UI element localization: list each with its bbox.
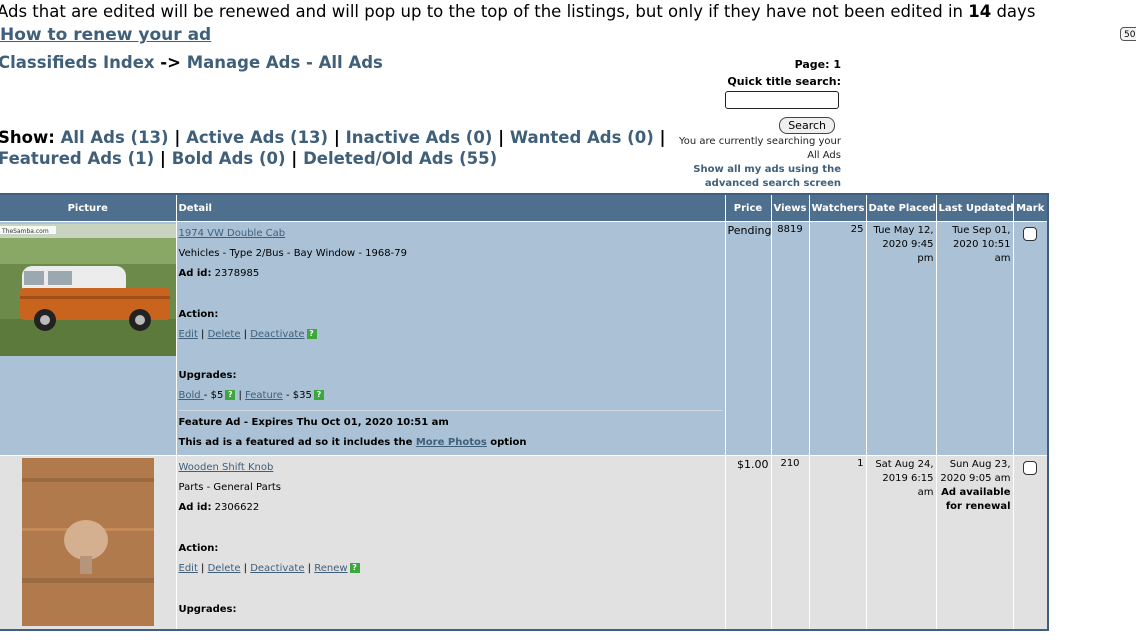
- renewal-notice-text: Ads that are edited will be renewed and …: [0, 2, 969, 21]
- ad-id-label: Ad id:: [178, 502, 212, 513]
- ad-photo-shift-knob[interactable]: [0, 458, 176, 626]
- renewal-days: 14: [968, 2, 992, 21]
- deactivate-link[interactable]: Deactivate: [250, 563, 304, 574]
- renewal-notice-tail: days: [991, 2, 1036, 21]
- show-label: Show:: [0, 128, 55, 147]
- ad-title-link[interactable]: Wooden Shift Knob: [179, 462, 274, 473]
- feature-expiry-text: Feature Ad - Expires Thu Oct 01, 2020 10…: [178, 417, 449, 428]
- filter-inactive-ads[interactable]: Inactive Ads (0): [346, 128, 493, 147]
- price-cell: $1.00: [724, 455, 772, 631]
- detail-cell: Wooden Shift Knob Parts - General Parts …: [175, 455, 726, 631]
- ad-id-value: 2378985: [214, 268, 260, 279]
- quick-title-label: Quick title search:: [727, 75, 841, 88]
- currently-searching-text: You are currently searching your All Ads: [678, 136, 841, 161]
- ad-photo-vw-double-cab[interactable]: TheSamba.com: [0, 224, 176, 356]
- watchers-cell: 25: [808, 221, 867, 456]
- ad-category: Parts - General Parts: [178, 482, 281, 493]
- help-icon[interactable]: ?: [349, 563, 360, 573]
- breadcrumb-index-link[interactable]: Classifieds Index: [0, 53, 155, 72]
- featured-note: This ad is a featured ad so it includes …: [178, 437, 416, 448]
- breadcrumb: Classifieds Index -> Manage Ads - All Ad…: [0, 53, 383, 72]
- help-icon[interactable]: ?: [306, 329, 317, 339]
- delete-link[interactable]: Delete: [208, 329, 241, 340]
- header-date-placed: Date Placed: [865, 193, 937, 222]
- header-picture: Picture: [0, 193, 177, 222]
- filter-featured-ads[interactable]: Featured Ads (1): [0, 149, 154, 168]
- page-number: Page: 1: [794, 58, 841, 71]
- renew-link[interactable]: Renew: [314, 563, 347, 574]
- upgrades-label: Upgrades:: [178, 370, 237, 381]
- more-photos-link[interactable]: More Photos: [416, 437, 487, 448]
- bold-upgrade-link[interactable]: Bold: [179, 390, 204, 401]
- filter-deleted-ads[interactable]: Deleted/Old Ads (55): [303, 149, 497, 168]
- filter-wanted-ads[interactable]: Wanted Ads (0): [510, 128, 654, 147]
- action-label: Action:: [178, 309, 219, 320]
- quick-title-search-input[interactable]: [725, 91, 839, 109]
- last-updated-cell: Tue Sep 01, 2020 10:51 am: [935, 221, 1014, 456]
- edge-button[interactable]: 50: [1120, 27, 1136, 41]
- bold-upgrade-price: - $5: [203, 390, 224, 401]
- help-icon[interactable]: ?: [313, 390, 324, 400]
- help-icon[interactable]: ?: [225, 390, 236, 400]
- price-cell: Pending: [724, 221, 772, 456]
- last-updated-value: Sun Aug 23, 2020 9:05 am: [940, 459, 1011, 484]
- date-placed-cell: Sat Aug 24, 2019 6:15 am: [865, 455, 937, 631]
- table-header-row: Picture Detail Price Views Watchers Date…: [0, 193, 1049, 222]
- filter-active-ads[interactable]: Active Ads (13): [186, 128, 328, 147]
- ad-category: Vehicles - Type 2/Bus - Bay Window - 196…: [178, 248, 407, 259]
- last-updated-cell: Sun Aug 23, 2020 9:05 am Ad available fo…: [935, 455, 1014, 631]
- header-watchers: Watchers: [808, 193, 867, 222]
- breadcrumb-arrow: ->: [154, 53, 187, 72]
- header-price: Price: [724, 193, 772, 222]
- mark-cell: [1012, 455, 1049, 631]
- header-views: Views: [770, 193, 810, 222]
- feature-upgrade-link[interactable]: Feature: [245, 390, 283, 401]
- picture-cell: [0, 455, 177, 631]
- delete-link[interactable]: Delete: [208, 563, 241, 574]
- feature-upgrade-price: - $35: [282, 390, 312, 401]
- views-cell: 210: [770, 455, 810, 631]
- mark-checkbox[interactable]: [1023, 227, 1038, 241]
- header-mark: Mark: [1012, 193, 1049, 222]
- table-row: Wooden Shift Knob Parts - General Parts …: [0, 455, 1049, 631]
- action-label: Action:: [178, 543, 219, 554]
- how-to-renew-link[interactable]: How to renew your ad: [0, 25, 211, 45]
- ad-id-value: 2306622: [214, 502, 260, 513]
- upgrades-label: Upgrades:: [178, 604, 237, 615]
- mark-cell: [1012, 221, 1049, 456]
- show-filters: Show: All Ads (13) | Active Ads (13) | I…: [0, 128, 666, 168]
- search-button[interactable]: Search: [779, 117, 835, 134]
- photo-watermark: TheSamba.com: [1, 228, 49, 235]
- featured-note-tail: option: [486, 437, 527, 448]
- detail-cell: 1974 VW Double Cab Vehicles - Type 2/Bus…: [175, 221, 726, 456]
- header-last-updated: Last Updated: [935, 193, 1014, 222]
- ad-title-link[interactable]: 1974 VW Double Cab: [179, 228, 286, 239]
- ad-id-label: Ad id:: [178, 268, 212, 279]
- table-row: TheSamba.com 1974 VW Double Cab Vehicles…: [0, 221, 1049, 456]
- edit-link[interactable]: Edit: [179, 329, 198, 340]
- filter-all-ads[interactable]: All Ads (13): [61, 128, 169, 147]
- views-cell: 8819: [770, 221, 810, 456]
- mark-checkbox[interactable]: [1023, 461, 1038, 475]
- renewal-notice: Ads that are edited will be renewed and …: [0, 2, 1035, 21]
- date-placed-cell: Tue May 12, 2020 9:45 pm: [865, 221, 937, 456]
- breadcrumb-current-link[interactable]: Manage Ads - All Ads: [187, 53, 383, 72]
- renewal-available-note: Ad available for renewal: [941, 487, 1011, 512]
- picture-cell: TheSamba.com: [0, 221, 177, 456]
- deactivate-link[interactable]: Deactivate: [250, 329, 304, 340]
- edit-link[interactable]: Edit: [179, 563, 198, 574]
- filter-bold-ads[interactable]: Bold Ads (0): [172, 149, 286, 168]
- ads-table: Picture Detail Price Views Watchers Date…: [0, 193, 1049, 631]
- page-search-box: Page: 1 Quick title search: Search You a…: [675, 58, 841, 191]
- advanced-search-link[interactable]: Show all my ads using the advanced searc…: [675, 163, 841, 191]
- header-detail: Detail: [175, 193, 726, 222]
- watchers-cell: 1: [808, 455, 867, 631]
